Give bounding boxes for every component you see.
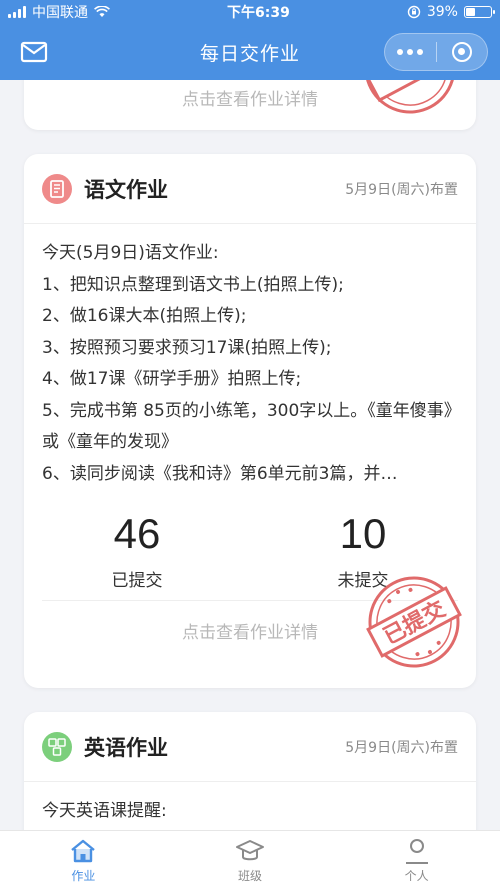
tab-homework[interactable]: 作业 (0, 831, 167, 889)
content-line: 5、完成书第 85页的小练笔，300字以上。《童年傻事》或《童年的发现》 (42, 400, 453, 453)
subject-title: 英语作业 (84, 735, 168, 760)
content-line: 今天英语课提醒: (42, 801, 167, 821)
signal-icon (8, 6, 26, 18)
homework-content: 今天(5月9日)语文作业: 1、把知识点整理到语文书上(拍照上传); 2、做16… (24, 224, 476, 490)
home-icon (71, 839, 96, 863)
subject-title: 语文作业 (84, 177, 168, 202)
homework-content: 今天英语课提醒: (24, 782, 476, 828)
content-line: 今天(5月9日)语文作业: (42, 243, 219, 263)
tab-label: 班级 (238, 869, 263, 883)
clock: 下午6:39 (227, 5, 290, 21)
chinese-homework-card[interactable]: 语文作业 5月9日(周六)布置 今天(5月9日)语文作业: 1、把知识点整理到语… (24, 154, 476, 688)
tab-label: 作业 (71, 869, 96, 883)
page-title: 每日交作业 (199, 42, 300, 65)
miniprogram-capsule (384, 33, 488, 71)
more-button[interactable] (385, 34, 436, 70)
graduation-cap-icon (236, 840, 264, 861)
content-line: 2、做16课大本(拍照上传); (42, 306, 247, 326)
more-icon (397, 49, 404, 55)
status-bar: 中国联通 下午6:39 39% (0, 0, 500, 24)
rotation-lock-icon (407, 5, 421, 19)
top-bar: 中国联通 下午6:39 39% 每日交作业 (0, 0, 500, 80)
unsubmitted-count: 10 (339, 510, 387, 557)
assigned-date: 5月9日(周六)布置 (345, 181, 458, 198)
navigation-bar: 每日交作业 (0, 24, 500, 80)
book-icon (42, 173, 72, 204)
tab-class[interactable]: 班级 (167, 831, 334, 889)
tab-profile[interactable]: 个人 (333, 831, 500, 889)
content-line: 4、做17课《研学手册》拍照上传; (42, 369, 302, 389)
assigned-date: 5月9日(周六)布置 (345, 739, 458, 756)
close-button[interactable] (436, 34, 487, 70)
person-icon (405, 839, 428, 864)
tab-label: 个人 (404, 869, 429, 883)
carrier-name: 中国联通 (32, 5, 88, 21)
close-miniprogram-icon (451, 42, 472, 62)
content-line: 3、按照预习要求预习17课(拍照上传); (42, 337, 332, 358)
card-header: 语文作业 5月9日(周六)布置 (24, 154, 476, 224)
content-line: 1、把知识点整理到语文书上(拍照上传); (42, 274, 344, 295)
tab-bar: 作业 班级 个人 (0, 830, 500, 889)
content-line: 6、读同步阅读《我和诗》第6单元前3篇，并… (42, 463, 398, 484)
submitted-count: 46 (113, 510, 161, 557)
mail-icon[interactable] (20, 38, 48, 66)
wifi-icon (94, 6, 110, 17)
battery-icon (463, 6, 495, 18)
abc-icon (42, 731, 72, 762)
battery-percent: 39% (426, 4, 458, 20)
card-header: 英语作业 5月9日(周六)布置 (24, 712, 476, 782)
submitted-stat[interactable]: 46 已提交 (24, 510, 250, 600)
submitted-label: 已提交 (111, 571, 163, 591)
